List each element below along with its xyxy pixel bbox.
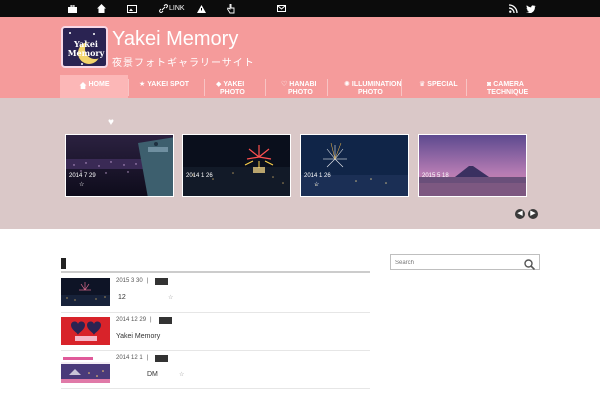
twitter-icon[interactable] xyxy=(526,3,536,14)
post-thumbnail[interactable] xyxy=(61,317,110,345)
post-list-item[interactable]: 2014 12 1 | DM ☆ xyxy=(61,355,370,388)
search-box xyxy=(390,254,540,271)
post-title[interactable]: Yakei Memory xyxy=(116,333,160,340)
slider-prev-button[interactable]: ◀ xyxy=(515,209,525,219)
nav-item-camera-technique[interactable]: ◙ CAMERA TECHNIQUE xyxy=(487,75,540,98)
site-tagline: 夜景フォトギャラリーサイト xyxy=(112,58,255,69)
rss-icon[interactable] xyxy=(509,3,518,14)
post-list-item[interactable]: 2015 3 30 | 12 ☆ xyxy=(61,278,370,311)
hand-pointer-icon[interactable] xyxy=(227,3,235,14)
camera-icon: ◙ xyxy=(487,81,492,88)
slide-date: 2014 1 26 xyxy=(304,173,331,179)
post-thumbnail[interactable] xyxy=(61,278,110,306)
post-divider xyxy=(61,312,370,313)
post-title[interactable]: DM xyxy=(147,371,158,378)
category-badge[interactable] xyxy=(155,278,168,285)
nav-label: HANABI xyxy=(289,81,317,88)
post-divider xyxy=(61,388,370,389)
category-badge[interactable] xyxy=(155,355,168,362)
sparkle-icon: ✺ xyxy=(344,81,350,88)
post-title[interactable]: 12 xyxy=(118,294,126,301)
link-label: LINK xyxy=(169,5,185,12)
nav-sublabel: TECHNIQUE xyxy=(487,89,529,96)
nav-item-special[interactable]: ♛ SPECIAL xyxy=(419,75,471,98)
briefcase-icon[interactable] xyxy=(68,3,77,14)
link-item[interactable]: LINK xyxy=(159,3,185,14)
slide-star: ☆ xyxy=(79,182,85,188)
post-list-item[interactable]: 2014 12 29 | Yakei Memory xyxy=(61,317,370,350)
nav-label: ILLUMINATION xyxy=(351,81,402,88)
diamond-icon: ◆ xyxy=(216,81,222,88)
slide-date: 2014 7 29 xyxy=(69,173,96,179)
warning-icon[interactable] xyxy=(197,3,206,14)
home-icon xyxy=(79,81,86,89)
post-divider xyxy=(61,350,370,351)
link-icon xyxy=(159,4,168,13)
slider-next-button[interactable]: ▶ xyxy=(528,209,538,219)
site-title[interactable]: Yakei Memory xyxy=(112,28,238,50)
slide-card[interactable]: 2015 5 18 xyxy=(418,134,527,197)
slide-date: 2015 5 18 xyxy=(422,173,449,179)
slide-image xyxy=(183,135,290,196)
nav-sublabel: PHOTO xyxy=(220,89,245,96)
site-header: Yakei Memory Yakei Memory 夜景フォトギャラリーサイト … xyxy=(0,17,600,98)
crown-icon: ♛ xyxy=(419,81,426,88)
category-badge[interactable] xyxy=(159,317,172,324)
top-utility-bar: LINK xyxy=(0,0,600,17)
image-icon[interactable] xyxy=(127,3,137,14)
post-date: 2014 12 1 | xyxy=(116,355,149,361)
slide-card[interactable]: 2014 7 29 ☆ xyxy=(65,134,174,197)
slide-card[interactable]: 2014 1 26 xyxy=(182,134,291,197)
heart-icon: ♡ xyxy=(281,81,288,88)
nav-item-hanabi-photo[interactable]: ♡ HANABI PHOTO xyxy=(281,75,333,98)
nav-label: YAKEI xyxy=(223,81,245,88)
nav-label: YAKEI SPOT xyxy=(147,81,190,88)
rating-star: ☆ xyxy=(179,372,185,378)
post-date: 2014 12 29 | xyxy=(116,317,152,323)
section-divider xyxy=(61,271,370,273)
main-nav: HOME ★ YAKEI SPOT ◆ YAKEI PHOTO ♡ HANABI… xyxy=(60,75,540,98)
mail-icon[interactable] xyxy=(277,3,286,14)
featured-slider: ♥ 2014 7 29 ☆ 2014 1 26 2014 1 26 ☆ 2015… xyxy=(0,98,600,229)
nav-label: HOME xyxy=(88,81,110,88)
nav-label: SPECIAL xyxy=(427,81,458,88)
section-heading-marker xyxy=(61,258,66,269)
search-icon[interactable] xyxy=(524,257,536,275)
nav-item-illumination-photo[interactable]: ✺ ILLUMINATION PHOTO xyxy=(344,75,414,98)
heart-icon: ♥ xyxy=(108,117,114,128)
slide-card[interactable]: 2014 1 26 ☆ xyxy=(300,134,409,197)
search-input[interactable] xyxy=(395,257,515,268)
slide-star: ☆ xyxy=(314,182,320,188)
nav-item-home[interactable]: HOME xyxy=(60,75,128,98)
nav-label: CAMERA xyxy=(493,81,524,88)
logo-text-line2: Memory xyxy=(67,48,105,58)
site-logo[interactable]: Yakei Memory xyxy=(61,26,108,68)
slide-date: 2014 1 26 xyxy=(186,173,213,179)
rating-star: ☆ xyxy=(168,295,174,301)
nav-sublabel: PHOTO xyxy=(358,89,383,96)
home-icon[interactable] xyxy=(97,3,106,14)
post-date: 2015 3 30 | xyxy=(116,278,149,284)
nav-item-yakei-photo[interactable]: ◆ YAKEI PHOTO xyxy=(216,75,268,98)
post-thumbnail[interactable] xyxy=(61,355,110,383)
nav-item-yakei-spot[interactable]: ★ YAKEI SPOT xyxy=(139,75,209,98)
slide-image xyxy=(419,135,526,196)
star-icon: ★ xyxy=(139,81,146,88)
